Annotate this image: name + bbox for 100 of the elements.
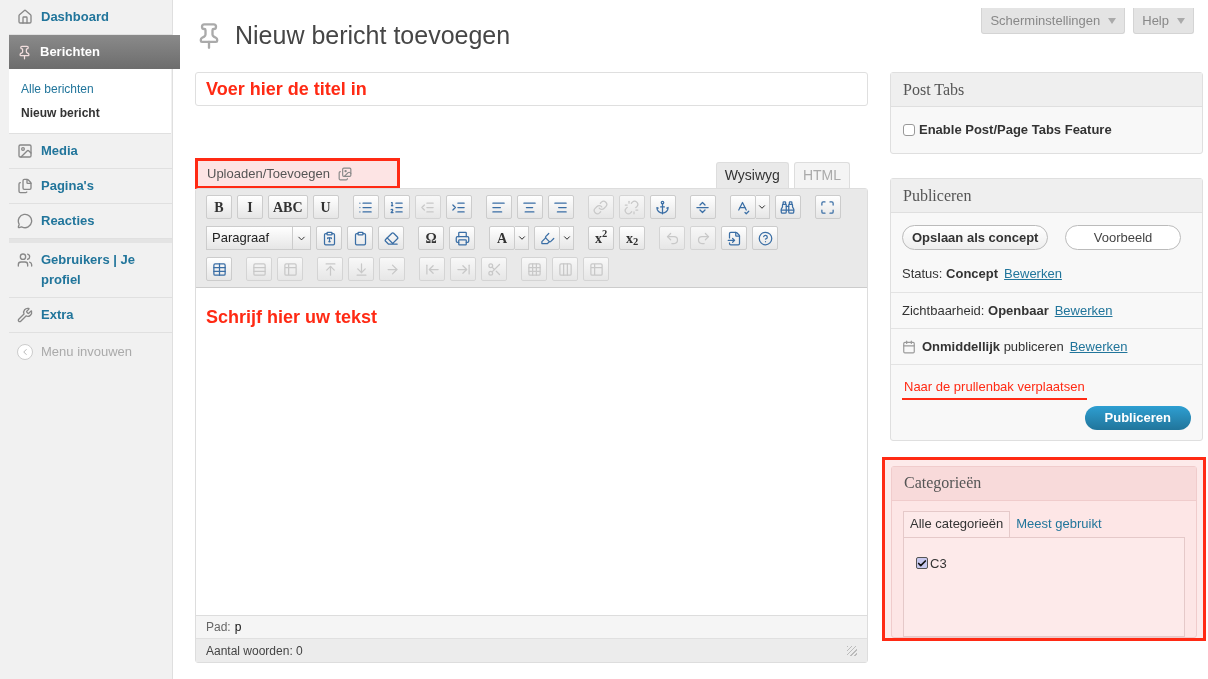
box-title: Publiceren	[891, 179, 1202, 213]
sidebar-item[interactable]: Pagina's	[9, 169, 172, 204]
toolbar-button[interactable]	[352, 195, 379, 219]
media-icon	[337, 166, 352, 181]
toolbar-button[interactable]	[814, 195, 841, 219]
eraser-icon	[383, 230, 399, 246]
toolbar-button[interactable]: U	[312, 195, 339, 219]
dropdown-arrow-button[interactable]	[515, 226, 529, 250]
submenu-item[interactable]: Alle berichten	[21, 77, 171, 101]
category-tab[interactable]: Alle categorieën	[903, 510, 1011, 537]
toolbar-button[interactable]	[752, 226, 778, 250]
screen-options-button[interactable]: Scherminstellingen	[981, 8, 1126, 34]
numbered-list-icon	[389, 199, 405, 215]
box-title: Post Tabs	[891, 73, 1202, 107]
path-value[interactable]: p	[234, 618, 242, 636]
indent-icon	[451, 199, 467, 215]
calendar-icon	[902, 339, 916, 354]
resize-grip-icon[interactable]	[847, 645, 857, 656]
grid-icon	[526, 261, 542, 277]
checkbox[interactable]	[903, 124, 915, 136]
toolbar-button[interactable]	[721, 226, 747, 250]
toolbar-button[interactable]	[449, 226, 475, 250]
box-title: Categorieën	[892, 466, 1196, 501]
toolbar-button[interactable]	[445, 195, 472, 219]
submenu-item[interactable]: Nieuw bericht	[21, 101, 171, 125]
trash-link[interactable]: Naar de prullenbak verplaatsen	[902, 377, 1087, 400]
collapse-icon	[17, 343, 33, 360]
category-tab[interactable]: Meest gebruikt	[1010, 510, 1108, 537]
anchor-icon	[655, 199, 671, 215]
category-label: C3	[930, 554, 947, 573]
save-draft-button[interactable]: Opslaan als concept	[902, 225, 1049, 250]
wrench-icon	[17, 307, 33, 323]
binoculars-icon	[780, 199, 796, 215]
paste-word-icon	[352, 230, 368, 246]
printer-icon	[454, 230, 470, 246]
toolbar-button[interactable]	[206, 257, 232, 281]
toolbar-button[interactable]	[774, 195, 801, 219]
path-label: Pad:	[206, 619, 231, 636]
caret-icon	[1177, 17, 1185, 24]
toolbar-button[interactable]: I	[237, 195, 263, 219]
preview-button[interactable]: Voorbeeld	[1065, 225, 1181, 250]
edit-link[interactable]: Bewerken	[1069, 336, 1128, 357]
sidebar-item[interactable]: Reacties	[9, 204, 172, 239]
fullscreen-icon	[820, 199, 836, 215]
toolbar-button[interactable]: ABC	[268, 195, 308, 219]
redo-icon	[695, 230, 711, 246]
link-icon	[593, 199, 609, 215]
columns-icon	[557, 261, 573, 277]
image-icon	[17, 143, 33, 159]
table-rows-icon	[251, 261, 267, 277]
screen-options-button[interactable]: Help	[1133, 8, 1194, 34]
caret-icon	[1108, 17, 1117, 24]
highlighter-icon	[539, 230, 555, 246]
edit-link[interactable]: Bewerken	[1054, 300, 1113, 321]
speech-bubble-icon	[17, 213, 33, 229]
align-center-icon	[522, 199, 538, 215]
publish-button[interactable]: Publiceren	[1084, 405, 1191, 430]
toolbar-button[interactable]	[547, 195, 574, 219]
toolbar-button[interactable]: B	[206, 195, 232, 219]
edit-link[interactable]: Bewerken	[1004, 264, 1062, 284]
publish-setting: Zichtbaarheid: Openbaar	[902, 301, 1049, 320]
toolbar-button[interactable]	[516, 195, 543, 219]
sidebar-item[interactable]: Media	[9, 134, 172, 169]
align-left-icon	[491, 199, 507, 215]
spellcheck-icon	[735, 199, 751, 215]
sidebar-item[interactable]: Extra	[9, 298, 172, 333]
toolbar-button[interactable]	[316, 226, 342, 250]
body-text: Schrijf hier uw tekst	[206, 306, 379, 329]
toolbar-button[interactable]	[534, 226, 560, 250]
toolbar-button[interactable]	[347, 226, 373, 250]
caret-icon	[561, 233, 572, 243]
users-icon	[17, 252, 33, 268]
toolbar-button[interactable]: x$_{2}$	[619, 226, 645, 250]
toolbar-button[interactable]	[485, 195, 512, 219]
editor-tab[interactable]: Wysiwyg	[715, 162, 789, 188]
toolbar-button[interactable]: A	[489, 226, 515, 250]
table-icon	[211, 261, 227, 277]
unlink-icon	[624, 199, 640, 215]
toolbar-button[interactable]: Ω	[418, 226, 444, 250]
toolbar-button[interactable]: x$^{2}$	[588, 226, 614, 250]
caret-icon	[516, 233, 527, 243]
toolbar-button[interactable]	[378, 226, 404, 250]
table-cell-icon	[282, 261, 298, 277]
upload-button[interactable]: Uploaden/Toevoegen	[195, 158, 400, 189]
caret-icon	[757, 202, 768, 212]
format-select[interactable]: Paragraaf	[206, 226, 311, 250]
toolbar-button[interactable]	[689, 195, 716, 219]
pin-icon	[17, 44, 32, 60]
align-right-icon	[553, 199, 569, 215]
toolbar-button[interactable]	[729, 195, 756, 219]
insert-icon	[726, 230, 742, 246]
sidebar-item[interactable]: Gebruikers | Je profiel	[9, 239, 172, 298]
help-icon	[757, 230, 773, 246]
title-field[interactable]: Voer hier de titel in	[195, 72, 868, 106]
checkbox[interactable]	[916, 557, 928, 570]
checkbox-label: Enable Post/Page Tabs Feature	[919, 121, 1112, 140]
toolbar-button[interactable]	[649, 195, 676, 219]
toolbar-button[interactable]	[383, 195, 410, 219]
sidebar-item[interactable]: Berichten	[9, 35, 180, 69]
page-break-icon	[695, 199, 711, 215]
